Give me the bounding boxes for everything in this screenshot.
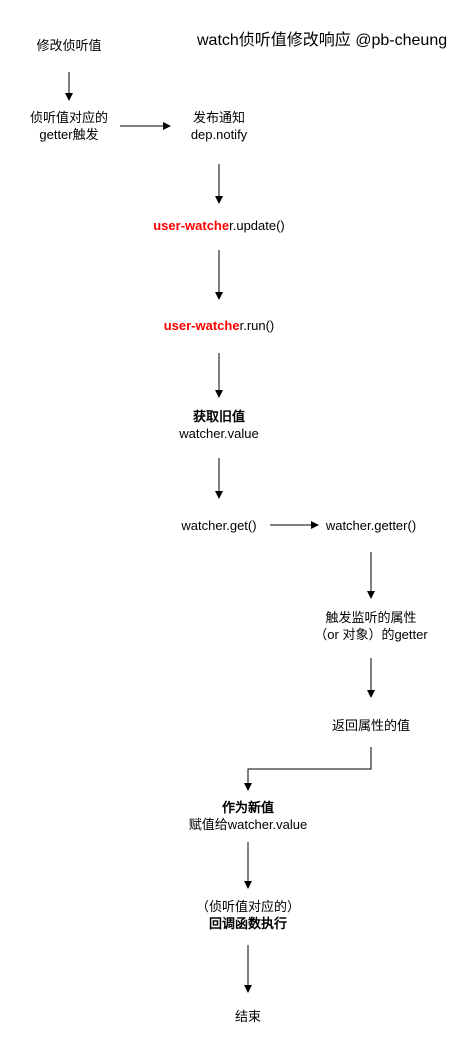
node-watcher-run-highlight: user-watche — [163, 318, 240, 333]
arrow-return-to-newvalue — [244, 747, 372, 791]
node-modify-value-label: 修改侦听值 — [36, 38, 102, 53]
node-watcher-getter-label: watcher.getter() — [325, 518, 417, 533]
diagram-title-author: @pb-cheung — [355, 32, 448, 49]
node-end-label: 结束 — [234, 1009, 261, 1024]
node-return-value-label: 返回属性的值 — [331, 718, 410, 733]
node-getter-triggered-line2: getter触发 — [39, 127, 99, 142]
node-new-value-line1: 作为新值 — [221, 800, 274, 815]
node-dep-notify-line1: 发布通知 — [192, 110, 245, 125]
node-end: 结束 — [208, 1008, 288, 1025]
node-return-value: 返回属性的值 — [316, 717, 426, 734]
node-old-value-line1: 获取旧值 — [192, 409, 245, 424]
node-callback-execute: （侦听值对应的） 回调函数执行 — [188, 898, 308, 932]
node-dep-notify: 发布通知 dep.notify — [169, 109, 269, 143]
node-watcher-getter: watcher.getter() — [316, 517, 426, 534]
node-watcher-get-label: watcher.get() — [181, 518, 257, 533]
node-watcher-update: user-watcher.update() — [129, 217, 309, 234]
node-trigger-monitored-getter: 触发监听的属性 （or 对象）的getter — [306, 609, 436, 643]
node-modify-value: 修改侦听值 — [19, 37, 119, 54]
node-watcher-run-rest: r.run() — [239, 318, 275, 333]
diagram-title: watch侦听值修改响应 @pb-cheung — [197, 31, 447, 51]
node-callback-execute-line1: （侦听值对应的） — [195, 899, 300, 914]
node-new-value-line2: 赋值给watcher.value — [188, 817, 308, 832]
node-old-value-line2: watcher.value — [179, 426, 259, 441]
node-new-value: 作为新值 赋值给watcher.value — [173, 799, 323, 833]
flowchart: watch侦听值修改响应 @pb-cheung 修改侦听值 侦听值对应的 get… — [0, 0, 466, 1061]
node-old-value: 获取旧值 watcher.value — [159, 408, 279, 442]
node-trigger-monitored-getter-line2: （or 对象）的getter — [314, 627, 428, 642]
node-getter-triggered-line1: 侦听值对应的 — [29, 110, 108, 125]
diagram-title-main: watch侦听值修改响应 — [197, 32, 351, 49]
node-callback-execute-line2: 回调函数执行 — [208, 916, 287, 931]
node-watcher-update-rest: r.update() — [229, 218, 285, 233]
node-trigger-monitored-getter-line1: 触发监听的属性 — [325, 610, 417, 625]
node-watcher-update-highlight: user-watche — [153, 218, 230, 233]
node-dep-notify-line2: dep.notify — [190, 127, 248, 142]
node-watcher-run: user-watcher.run() — [129, 317, 309, 334]
node-getter-triggered: 侦听值对应的 getter触发 — [14, 109, 124, 143]
node-watcher-get: watcher.get() — [169, 517, 269, 534]
